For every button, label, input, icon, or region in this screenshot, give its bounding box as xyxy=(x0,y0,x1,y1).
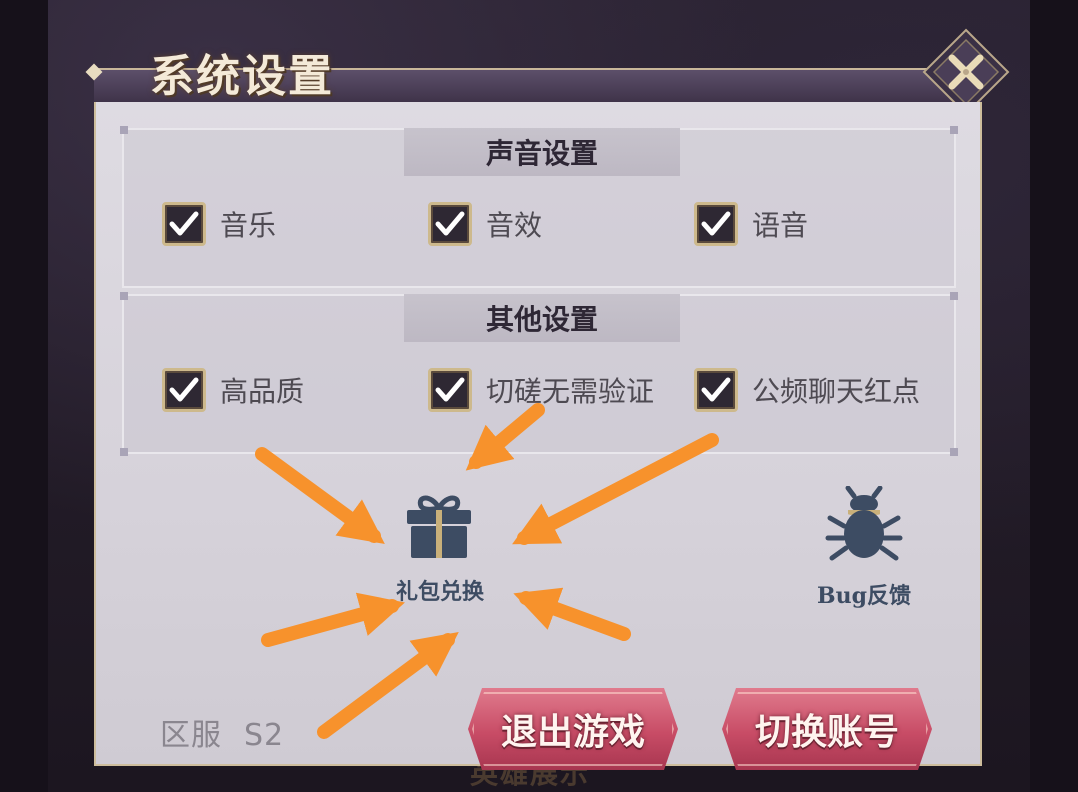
option-public-chat-dot[interactable]: 公频聊天红点 xyxy=(694,368,920,412)
checkmark-icon xyxy=(701,211,731,236)
corner-dot xyxy=(120,126,128,134)
option-label: 音效 xyxy=(486,209,543,242)
gift-redeem-button[interactable]: 礼包兑换 xyxy=(396,490,485,606)
checkmark-icon xyxy=(169,211,199,236)
duel-no-verify-checkbox[interactable] xyxy=(428,368,472,412)
corner-dot xyxy=(950,448,958,456)
dialog-header: 系统设置 xyxy=(85,51,982,104)
server-info: 区服 S2 xyxy=(160,710,284,754)
dialog-title: 系统设置 xyxy=(150,51,334,102)
checkmark-icon xyxy=(435,377,465,402)
option-label: 音乐 xyxy=(220,209,277,242)
high-quality-checkbox[interactable] xyxy=(162,368,206,412)
corner-dot xyxy=(950,292,958,300)
checkmark-icon xyxy=(701,377,731,402)
option-label: 公频聊天红点 xyxy=(752,375,921,408)
other-settings-section: 其他设置 高品质 切磋无需验证 公频聊天红点 xyxy=(120,292,958,456)
bug-icon xyxy=(825,485,903,561)
settings-panel: 声音设置 音乐 音效 语音 其他设置 高品质 切磋无需验证 公频聊天红点 礼包兑… xyxy=(94,102,982,766)
corner-dot xyxy=(120,448,128,456)
option-music[interactable]: 音乐 xyxy=(162,202,276,246)
option-high-quality[interactable]: 高品质 xyxy=(162,368,304,412)
exit-game-button[interactable]: 退出游戏 xyxy=(468,688,678,770)
sound-effects-checkbox[interactable] xyxy=(428,202,472,246)
server-label: 区服 xyxy=(160,718,222,753)
switch-account-label: 切换账号 xyxy=(754,711,899,753)
section-heading-sound: 声音设置 xyxy=(404,128,680,176)
corner-dot xyxy=(120,292,128,300)
bug-feedback-label: Bug反馈 xyxy=(817,583,911,609)
background-right-edge xyxy=(1030,0,1078,792)
sound-settings-section: 声音设置 音乐 音效 语音 xyxy=(120,126,958,288)
corner-dot xyxy=(950,126,958,134)
server-value: S2 xyxy=(244,718,285,753)
switch-account-button[interactable]: 切换账号 xyxy=(722,688,932,770)
gift-redeem-label: 礼包兑换 xyxy=(396,579,485,605)
music-checkbox[interactable] xyxy=(162,202,206,246)
bug-feedback-button[interactable]: Bug反馈 xyxy=(804,485,924,610)
option-sound-effects[interactable]: 音效 xyxy=(428,202,542,246)
settings-dialog: 系统设置 声音设置 音乐 音效 语音 其他设置 高品质 切磋无需验证 公频聊天红… xyxy=(85,28,1010,766)
option-label: 切磋无需验证 xyxy=(486,375,655,408)
option-label: 语音 xyxy=(752,209,809,242)
checkmark-icon xyxy=(435,211,465,236)
gift-icon xyxy=(407,495,471,558)
public-chat-dot-checkbox[interactable] xyxy=(694,368,738,412)
option-duel-no-verify[interactable]: 切磋无需验证 xyxy=(428,368,654,412)
background-left-edge xyxy=(0,0,48,792)
option-voice[interactable]: 语音 xyxy=(694,202,808,246)
option-label: 高品质 xyxy=(220,375,305,408)
checkmark-icon xyxy=(169,377,199,402)
exit-game-label: 退出游戏 xyxy=(500,711,645,753)
voice-checkbox[interactable] xyxy=(694,202,738,246)
section-heading-other: 其他设置 xyxy=(404,294,680,342)
